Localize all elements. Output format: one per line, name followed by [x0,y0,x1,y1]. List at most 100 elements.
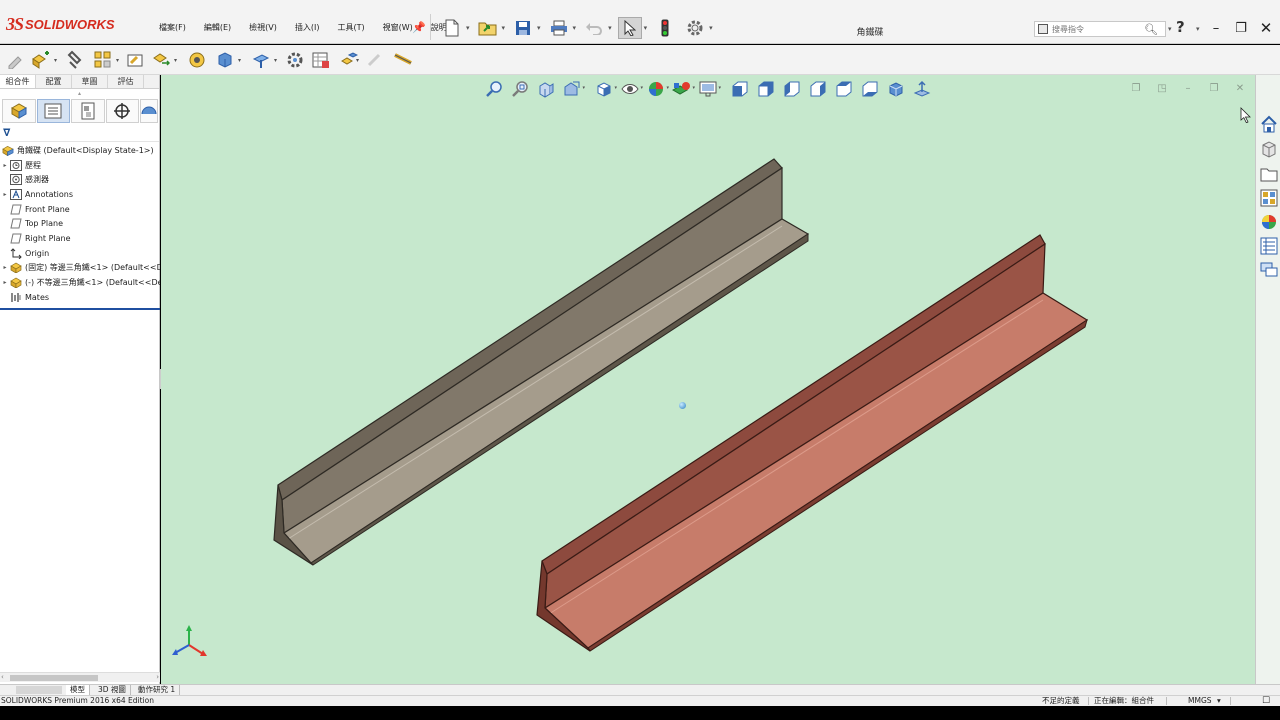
title-bar: 3S SOLIDWORKS 檔案(F) 編輯(E) 檢視(V) 插入(I) 工具… [0,0,1280,44]
search-icon[interactable]: 🔍︎ [1144,23,1158,36]
origin-icon [10,247,22,259]
reference-geometry-icon[interactable] [250,49,272,71]
unit-dropdown-icon[interactable]: ▾ [1217,696,1221,706]
mouse-cursor-icon [1240,107,1251,123]
view-palette-icon[interactable] [1258,187,1279,208]
graphics-area[interactable]: ▾ ▾ ▾ ▾ ▾ ▾ ❐ ◳ – ❐ ✕ [161,75,1255,684]
screen-bottom-edge [0,706,1280,720]
tab-3d-views[interactable]: 3D 視圖 [94,685,131,695]
mate-icon[interactable] [64,49,86,71]
pattern-dropdown-icon[interactable]: ▾ [116,57,119,64]
appearances-scenes-icon[interactable] [1258,211,1279,232]
tree-item-sensors[interactable]: 感測器 [0,172,160,187]
save-icon[interactable] [511,17,535,39]
menu-view[interactable]: 檢視(V) [240,22,286,33]
tree-item-equal-angle-part[interactable]: ▸ (固定) 等邊三角鐵<1> (Default<<Default>_Dis [0,261,160,276]
filter-icon[interactable]: 𝛁 [3,128,10,139]
expand-arrow-icon[interactable]: ▸ [0,191,10,198]
tree-item-unequal-angle-part[interactable]: ▸ (-) 不等邊三角鐵<1> (Default<<Default [0,275,160,290]
print-dropdown-icon[interactable]: ▾ [573,24,577,32]
help-dropdown-icon[interactable]: ▾ [1196,25,1200,33]
expand-arrow-icon[interactable]: ▸ [0,162,10,169]
solidworks-resources-home-icon[interactable] [1258,113,1279,134]
menu-file[interactable]: 檔案(F) [150,22,195,33]
menu-tools[interactable]: 工具(T) [328,22,373,33]
scrollbar-thumb[interactable] [10,675,98,681]
scroll-left-icon[interactable]: ‹ [1,673,4,681]
show-hidden-components-icon[interactable] [186,49,208,71]
exploded-view-dropdown-icon[interactable]: ▾ [356,57,359,64]
open-document-icon[interactable] [476,17,500,39]
assembly-features-icon[interactable] [214,49,236,71]
tab-layout[interactable]: 配置 [36,75,72,88]
feature-tree-filter[interactable]: 𝛁 [0,126,159,142]
restore-window-icon[interactable]: ❐ [1231,18,1251,38]
tab-model[interactable]: 模型 [66,685,90,695]
edit-component-icon[interactable] [4,49,26,71]
ds-logo-mark: 3S [6,13,24,34]
toolbar-divider [430,14,431,40]
move-component-icon[interactable] [150,49,172,71]
reference-geometry-dropdown-icon[interactable]: ▾ [274,57,277,64]
file-explorer-icon[interactable] [1258,163,1279,184]
instant3d-icon[interactable] [364,49,386,71]
tree-item-mates[interactable]: Mates [0,290,160,305]
tree-item-right-plane[interactable]: Right Plane [0,231,160,246]
print-icon[interactable] [547,17,571,39]
menu-edit[interactable]: 編輯(E) [195,22,240,33]
tree-item-history[interactable]: ▸ 歷程 [0,158,160,173]
configuration-manager-tab-icon[interactable] [71,99,105,123]
bill-of-materials-icon[interactable] [310,49,332,71]
assembly-icon [2,145,14,156]
tree-item-label: Front Plane [25,204,70,214]
expand-arrow-icon[interactable]: ▸ [0,279,10,286]
solidworks-forum-icon[interactable] [1258,259,1279,280]
property-manager-tab-icon[interactable] [36,99,70,123]
scroll-right-icon[interactable]: › [156,673,159,681]
display-manager-tab-icon[interactable] [140,99,158,123]
insert-component-icon[interactable] [30,49,52,71]
update-speedpak-icon[interactable] [392,49,414,71]
unit-system-selector[interactable]: MMGS [1188,696,1212,706]
collapse-handle[interactable]: ▴ [0,89,159,99]
design-library-icon[interactable] [1258,138,1279,159]
open-dropdown-icon[interactable]: ▾ [502,24,506,32]
tab-motion-study[interactable]: 動作研究 1 [134,685,181,695]
assembly-features-dropdown-icon[interactable]: ▾ [238,57,241,64]
tab-assembly[interactable]: 組合件 [0,75,36,88]
command-search[interactable]: 🔍︎ [1034,21,1166,37]
feature-manager-tab-icon[interactable] [2,99,36,123]
tab-navigation-controls[interactable] [16,686,62,694]
tree-item-label: Origin [25,248,50,258]
new-motion-study-icon[interactable] [284,49,306,71]
pin-menu-icon[interactable]: 📌 [412,21,426,34]
horizontal-scrollbar[interactable]: ‹ › [0,672,160,682]
tree-root-label: 角鐵碟 (Default<Display State-1>) [17,145,154,155]
solidworks-logo[interactable]: 3S SOLIDWORKS [6,13,115,35]
minimize-window-icon[interactable]: – [1206,18,1226,38]
move-dropdown-icon[interactable]: ▾ [174,57,177,64]
close-window-icon[interactable]: ✕ [1256,18,1276,38]
menu-insert[interactable]: 插入(I) [286,22,329,33]
help-icon[interactable]: ? [1176,18,1185,36]
linear-pattern-icon[interactable] [92,49,114,71]
tree-root[interactable]: 角鐵碟 (Default<Display State-1>) [0,143,160,158]
command-type-icon[interactable] [1038,24,1048,34]
tree-item-origin[interactable]: Origin [0,246,160,261]
search-input[interactable] [1052,24,1144,34]
tab-sketch[interactable]: 草圖 [72,75,108,88]
save-dropdown-icon[interactable]: ▾ [537,24,541,32]
quick-tips-icon[interactable]: ☐ [1262,696,1270,706]
tree-item-annotations[interactable]: ▸ Annotations [0,187,160,202]
expand-arrow-icon[interactable]: ▸ [0,264,10,271]
tree-item-front-plane[interactable]: Front Plane [0,202,160,217]
tree-item-top-plane[interactable]: Top Plane [0,216,160,231]
new-document-icon[interactable] [440,17,464,39]
tab-evaluate[interactable]: 評估 [108,75,144,88]
smart-fasteners-icon[interactable] [124,49,146,71]
custom-properties-icon[interactable] [1258,235,1279,256]
insert-component-dropdown-icon[interactable]: ▾ [54,57,57,64]
search-dropdown-icon[interactable]: ▾ [1168,25,1172,33]
new-dropdown-icon[interactable]: ▾ [466,24,470,32]
dimxpert-manager-tab-icon[interactable] [105,99,139,123]
